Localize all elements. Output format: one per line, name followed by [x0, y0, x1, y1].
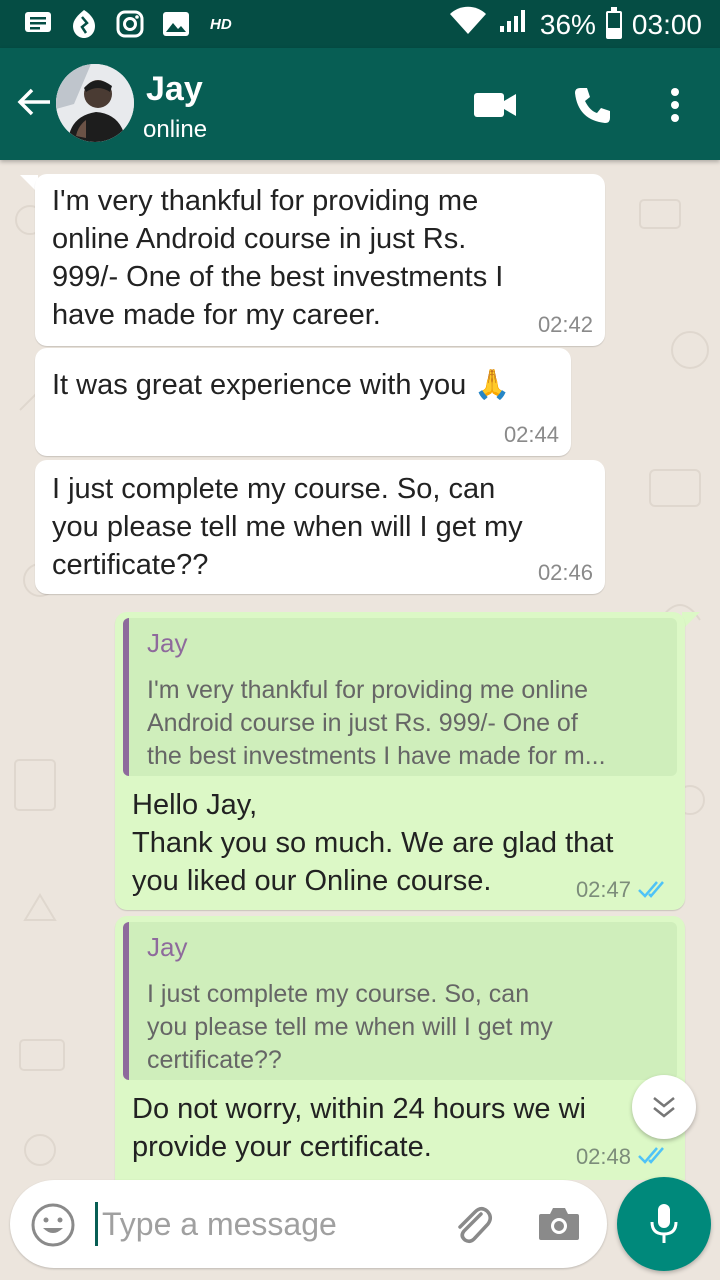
status-bar: HD 36% 03:00: [0, 0, 720, 48]
battery-level-fill: [607, 27, 620, 37]
quote-line: I'm very thankful for providing me onlin…: [147, 676, 589, 704]
incoming-message[interactable]: It was great experience with you 🙏 02:44: [35, 348, 571, 456]
flame-icon: [68, 8, 100, 40]
signal-icon: [498, 8, 530, 41]
message-list[interactable]: I'm very thankful for providing me onlin…: [0, 160, 720, 1180]
quote-line: the best investments I have made for m..…: [147, 742, 606, 770]
battery-percent: 36%: [539, 8, 596, 40]
message-line: certificate??: [52, 549, 209, 581]
chat-header: Jay online: [0, 48, 720, 160]
camera-icon[interactable]: [535, 1200, 583, 1248]
battery-icon: [605, 6, 622, 39]
voice-call-button[interactable]: [569, 82, 615, 128]
outgoing-message[interactable]: Jay I just complete my course. So, can y…: [115, 916, 685, 1180]
message-line: 999/- One of the best investments I: [52, 261, 504, 293]
wifi-icon: [448, 6, 488, 43]
message-time: 02:44: [503, 422, 559, 447]
scroll-to-bottom-button[interactable]: [632, 1075, 696, 1139]
hd-label: HD: [210, 15, 232, 33]
message-line: Hello Jay,: [132, 789, 258, 821]
attach-icon[interactable]: [448, 1200, 496, 1248]
message-line: I'm very thankful for providing me: [52, 185, 479, 217]
mic-icon: [650, 1204, 678, 1243]
avatar[interactable]: [56, 64, 134, 142]
back-button[interactable]: [12, 80, 56, 124]
quote-author: Jay: [147, 932, 188, 962]
message-line: provide your certificate.: [132, 1131, 432, 1163]
quote-line: Android course in just Rs. 999/- One of: [147, 709, 578, 737]
message-line: It was great experience with you 🙏: [52, 369, 511, 401]
message-line: Do not worry, within 24 hours we wi: [132, 1093, 586, 1125]
double-chevron-down-icon: [653, 1097, 675, 1118]
image-icon: [160, 8, 192, 40]
contact-status: online: [143, 116, 208, 143]
video-call-button[interactable]: [472, 82, 518, 128]
incoming-message[interactable]: I just complete my course. So, can you p…: [35, 460, 605, 594]
quote-line: I just complete my course. So, can: [147, 980, 530, 1008]
message-line: you please tell me when will I get my: [52, 511, 523, 543]
incoming-message[interactable]: I'm very thankful for providing me onlin…: [35, 174, 605, 346]
double-check-icon: [638, 1147, 664, 1164]
more-vertical-icon: [671, 88, 679, 122]
video-call-icon: [474, 93, 516, 117]
clock: 03:00: [631, 8, 702, 40]
quoted-message[interactable]: Jay I'm very thankful for providing me o…: [123, 618, 677, 776]
message-line: Thank you so much. We are glad that: [132, 827, 614, 859]
message-line: you liked our Online course.: [132, 865, 492, 897]
double-check-icon: [638, 881, 664, 898]
quote-author: Jay: [147, 628, 188, 658]
back-arrow-icon: [17, 88, 50, 116]
emoji-icon[interactable]: [30, 1202, 76, 1248]
message-time: 02:48: [575, 1144, 631, 1169]
message-input[interactable]: [102, 1198, 432, 1250]
instagram-icon: [114, 8, 146, 40]
outgoing-message[interactable]: Jay I'm very thankful for providing me o…: [115, 612, 685, 910]
message-line: online Android course in just Rs.: [52, 223, 467, 255]
phone-icon: [575, 88, 610, 123]
contact-name[interactable]: Jay: [146, 70, 203, 109]
message-line: I just complete my course. So, can: [52, 473, 496, 505]
message-composer: [10, 1180, 607, 1268]
message-icon: [22, 8, 54, 40]
message-line: have made for my career.: [52, 299, 381, 331]
quoted-message[interactable]: Jay I just complete my course. So, can y…: [123, 922, 677, 1080]
message-time: 02:42: [537, 312, 593, 337]
voice-record-button[interactable]: [617, 1177, 711, 1271]
message-time: 02:47: [575, 877, 631, 902]
more-options-button[interactable]: [652, 82, 698, 128]
text-cursor: [95, 1202, 98, 1246]
message-time: 02:46: [537, 560, 593, 585]
quote-line: you please tell me when will I get my: [147, 1013, 553, 1041]
quote-line: certificate??: [147, 1046, 282, 1074]
